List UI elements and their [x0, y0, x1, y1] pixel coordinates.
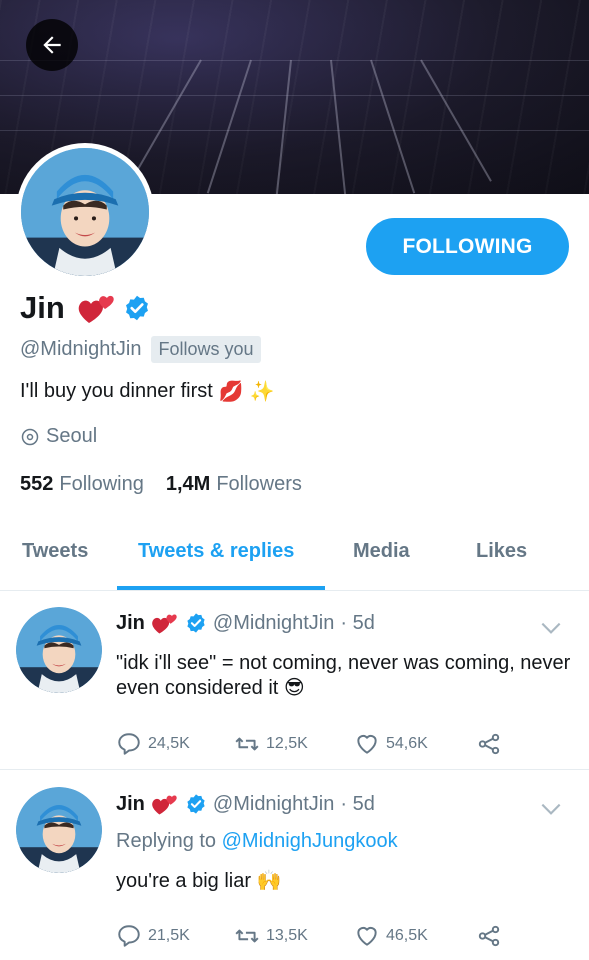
profile-location: Seoul: [20, 425, 97, 448]
retweet-action[interactable]: 13,5K: [234, 923, 354, 949]
tweet-actions: 24,5K 12,5K 54,6K: [116, 731, 508, 757]
two-hearts-icon: [152, 795, 177, 815]
tweet-header: Jin @MidnightJin · 5d: [116, 611, 375, 635]
tweet-author-name[interactable]: Jin: [116, 793, 145, 816]
tweet-avatar[interactable]: [16, 787, 102, 873]
tab-media[interactable]: Media: [353, 540, 410, 563]
verified-badge-icon: [187, 613, 205, 633]
tweet-time: · 5d: [340, 611, 375, 634]
tweet-text: "idk i'll see" = not coming, never was c…: [116, 651, 576, 701]
avatar-photo: [16, 787, 102, 873]
tweet-actions: 21,5K 13,5K 46,5K: [116, 923, 508, 949]
chevron-down-icon[interactable]: [538, 615, 564, 641]
tab-likes[interactable]: Likes: [476, 540, 527, 563]
two-hearts-icon: [152, 614, 177, 634]
following-button[interactable]: FOLLOWING: [366, 218, 569, 275]
tweet-body: you're a big liar: [116, 870, 251, 892]
location-text: Seoul: [46, 425, 98, 447]
chevron-down-icon[interactable]: [538, 796, 564, 822]
profile-bio: I'll buy you dinner first 💋 ✨: [20, 379, 275, 404]
profile-name: Jin: [20, 290, 65, 325]
followers-count: 1,4M: [165, 473, 211, 495]
follows-you-badge: Follows you: [151, 336, 261, 363]
replying-to-label: Replying to: [116, 830, 217, 852]
replying-to-mention[interactable]: @MidnighJungkook: [222, 830, 398, 852]
sunglasses-emoji: 😎: [283, 677, 305, 699]
like-action[interactable]: 46,5K: [354, 923, 476, 949]
heart-outline-icon: [357, 926, 377, 946]
bio-text: I'll buy you dinner first: [20, 380, 213, 402]
tweet-item[interactable]: Jin @MidnightJin · 5d Replying to @Midni…: [0, 770, 589, 960]
profile-stats: 552 Following 1,4M Followers: [20, 473, 302, 496]
like-count: 46,5K: [386, 927, 428, 944]
tweet-author-handle: @MidnightJin: [212, 792, 335, 815]
retweet-count: 13,5K: [266, 927, 308, 944]
followers-label: Followers: [216, 473, 302, 495]
retweet-action[interactable]: 12,5K: [234, 731, 354, 757]
profile-tabs: Tweets Tweets & replies Media Likes: [0, 520, 589, 590]
heart-outline-icon: [357, 734, 377, 754]
following-stat[interactable]: 552 Following: [20, 473, 144, 496]
tweet-author-handle: @MidnightJin: [212, 611, 335, 634]
retweet-count: 12,5K: [266, 735, 308, 752]
profile-name-row: Jin: [20, 290, 151, 326]
reply-action[interactable]: 21,5K: [116, 923, 234, 949]
share-action[interactable]: [476, 923, 508, 949]
followers-stat[interactable]: 1,4M Followers: [166, 473, 302, 496]
kiss-mark-emoji: 💋: [218, 381, 244, 403]
share-icon: [478, 925, 500, 947]
location-pin-icon: [21, 428, 39, 445]
tweet-author-name[interactable]: Jin: [116, 612, 145, 635]
share-action[interactable]: [476, 731, 508, 757]
tweet-avatar[interactable]: [16, 607, 102, 693]
profile-handle-row: @MidnightJin Follows you: [20, 336, 261, 363]
reply-count: 24,5K: [148, 735, 190, 752]
share-icon: [478, 733, 500, 755]
two-hearts-icon: [78, 295, 114, 323]
tab-tweets[interactable]: Tweets: [22, 540, 88, 563]
following-label: Following: [59, 473, 144, 495]
tweet-time: · 5d: [340, 792, 375, 815]
reply-action[interactable]: 24,5K: [116, 731, 234, 757]
following-count: 552: [20, 473, 54, 495]
retweet-icon: [235, 737, 259, 751]
back-button[interactable]: [26, 19, 78, 71]
like-action[interactable]: 54,6K: [354, 731, 476, 757]
tab-tweets-and-replies[interactable]: Tweets & replies: [138, 540, 294, 563]
profile-avatar[interactable]: [16, 143, 154, 281]
like-count: 54,6K: [386, 735, 428, 752]
profile-handle: @MidnightJin: [20, 338, 142, 360]
avatar-photo: [21, 148, 149, 276]
tweet-item[interactable]: Jin @MidnightJin · 5d "idk i'll see" = n…: [0, 591, 589, 769]
tweet-text: you're a big liar 🙌: [116, 869, 576, 894]
retweet-icon: [235, 929, 259, 943]
reply-icon: [118, 925, 140, 947]
avatar-photo: [16, 607, 102, 693]
verified-badge-icon: [187, 794, 205, 814]
replying-to: Replying to @MidnighJungkook: [116, 830, 398, 853]
reply-icon: [118, 733, 140, 755]
verified-badge-icon: [125, 295, 148, 321]
arrow-left-icon: [43, 36, 61, 54]
reply-count: 21,5K: [148, 927, 190, 944]
raising-hands-emoji: 🙌: [256, 870, 282, 892]
sparkles-emoji: ✨: [249, 381, 275, 403]
tweet-header: Jin @MidnightJin · 5d: [116, 792, 375, 816]
tweet-body: "idk i'll see" = not coming, never was c…: [116, 652, 571, 699]
